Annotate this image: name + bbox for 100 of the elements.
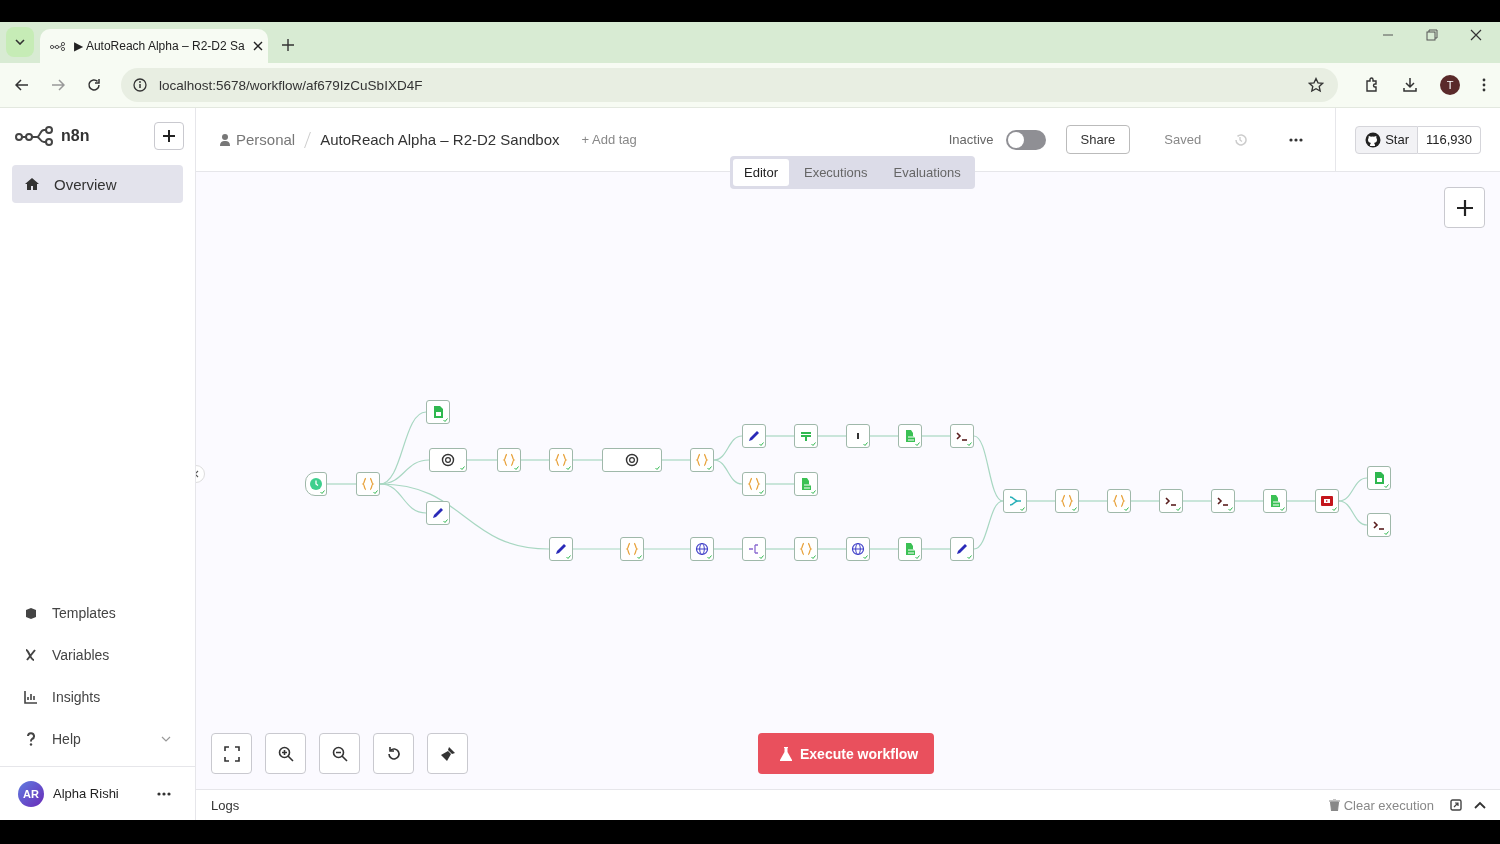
workflow-node[interactable]: [846, 424, 870, 448]
file-icon: [799, 477, 813, 491]
plus-icon: [163, 130, 175, 142]
broom-icon: [439, 745, 456, 762]
user-icon: [220, 133, 230, 146]
new-tab-icon[interactable]: [282, 39, 294, 51]
back-icon[interactable]: [15, 79, 29, 91]
workflow-node[interactable]: [356, 472, 380, 496]
logo-icon: [15, 126, 55, 146]
flask-icon: [780, 746, 792, 761]
connection-line: [765, 548, 795, 550]
workflow-node[interactable]: [950, 424, 974, 448]
workflow-node[interactable]: [794, 424, 818, 448]
sidebar-item[interactable]: Help: [12, 718, 183, 760]
workflow-node[interactable]: [1107, 489, 1131, 513]
sidebar-item[interactable]: Overview: [12, 165, 183, 203]
browser-tab[interactable]: ▶ AutoReach Alpha – R2-D2 Sa: [40, 29, 268, 63]
workflow-node[interactable]: [1159, 489, 1183, 513]
fit-view-button[interactable]: [211, 733, 252, 774]
project-link[interactable]: Personal: [220, 131, 296, 148]
active-toggle[interactable]: [1005, 129, 1046, 150]
sidebar-item[interactable]: Insights: [12, 676, 183, 718]
workflow-node[interactable]: [429, 448, 467, 472]
view-tab[interactable]: Executions: [792, 159, 879, 186]
workflow-node[interactable]: [794, 537, 818, 561]
chevron-up-icon[interactable]: [1474, 801, 1486, 809]
workflow-node[interactable]: [602, 448, 662, 472]
workflow-node[interactable]: [950, 537, 974, 561]
github-icon: [1365, 131, 1382, 148]
workflow-node[interactable]: [1263, 489, 1287, 513]
workflow-node[interactable]: [846, 537, 870, 561]
workflow-node[interactable]: [1367, 466, 1391, 490]
add-button[interactable]: [154, 122, 184, 150]
sidebar-item[interactable]: Variables: [12, 634, 183, 676]
workflow-node[interactable]: [794, 472, 818, 496]
execute-workflow-button[interactable]: Execute workflow: [758, 733, 935, 774]
tidy-up-button[interactable]: [427, 733, 468, 774]
workflow-node[interactable]: [690, 537, 714, 561]
pop-out-icon[interactable]: [1450, 799, 1462, 811]
connection-line: [1078, 500, 1108, 502]
workflow-node[interactable]: [1003, 489, 1027, 513]
workflow-node[interactable]: [426, 501, 450, 525]
workflow-node[interactable]: [497, 448, 521, 472]
workflow-node[interactable]: [1211, 489, 1235, 513]
forward-icon[interactable]: [51, 79, 65, 91]
workflow-name[interactable]: AutoReach Alpha – R2-D2 Sandbox: [320, 131, 560, 148]
connection-line: [1338, 477, 1368, 502]
workflow-node[interactable]: [742, 424, 766, 448]
workflow-icon: [50, 41, 66, 51]
branch-icon: [799, 429, 813, 443]
workflow-node[interactable]: [690, 448, 714, 472]
zoom-out-button[interactable]: [319, 733, 360, 774]
more-icon[interactable]: [1289, 137, 1304, 142]
reset-zoom-button[interactable]: [373, 733, 414, 774]
download-icon[interactable]: [1402, 77, 1418, 93]
save-status: Saved: [1164, 132, 1202, 147]
more-icon[interactable]: [157, 791, 171, 796]
sidebar-item[interactable]: Templates: [12, 592, 183, 634]
profile-avatar[interactable]: T: [1440, 75, 1460, 95]
github-star-button[interactable]: Star: [1355, 125, 1418, 154]
workflow-node[interactable]: [1367, 513, 1391, 537]
extensions-icon[interactable]: [1364, 77, 1380, 93]
insights-icon: [24, 690, 38, 704]
view-tab[interactable]: Evaluations: [882, 159, 972, 186]
plus-icon: [1456, 199, 1473, 216]
workflow-node[interactable]: [620, 537, 644, 561]
address-field[interactable]: localhost:5678/workflow/af679IzCuSbIXD4F: [121, 68, 1338, 102]
workflow-node[interactable]: [1315, 489, 1339, 513]
workflow-node[interactable]: [426, 400, 450, 424]
workflow-node[interactable]: [1055, 489, 1079, 513]
zoom-in-icon: [277, 745, 294, 762]
home-icon: [24, 177, 40, 191]
reload-icon[interactable]: [87, 78, 101, 92]
workflow-node[interactable]: [549, 537, 573, 561]
close-icon[interactable]: [252, 41, 263, 51]
zoom-in-button[interactable]: [265, 733, 306, 774]
clear-execution-button[interactable]: Clear execution: [1328, 797, 1434, 813]
workflow-node[interactable]: [742, 472, 766, 496]
connection-line: [572, 459, 603, 461]
add-tag-link[interactable]: + Add tag: [581, 132, 637, 147]
workflow-node[interactable]: [898, 537, 922, 561]
workflow-node[interactable]: [742, 537, 766, 561]
star-icon[interactable]: [1308, 77, 1324, 93]
tab-list-button[interactable]: [6, 27, 34, 57]
workflow-node[interactable]: [549, 448, 573, 472]
terminal-icon: [1372, 518, 1386, 532]
share-button[interactable]: Share: [1065, 125, 1131, 154]
logo-text: n8n: [61, 127, 90, 145]
view-tab[interactable]: Editor: [733, 159, 789, 186]
close-icon[interactable]: [1470, 28, 1482, 41]
add-node-button[interactable]: [1444, 187, 1485, 228]
restore-icon[interactable]: [1426, 28, 1438, 41]
connection-line: [765, 435, 795, 437]
more-icon[interactable]: [1482, 78, 1486, 92]
workflow-node[interactable]: [898, 424, 922, 448]
connection-line: [326, 483, 357, 485]
url-text: localhost:5678/workflow/af679IzCuSbIXD4F: [159, 77, 423, 93]
video-icon: [1320, 494, 1334, 508]
workflow-node[interactable]: [305, 472, 327, 496]
ring-icon: [625, 453, 639, 467]
